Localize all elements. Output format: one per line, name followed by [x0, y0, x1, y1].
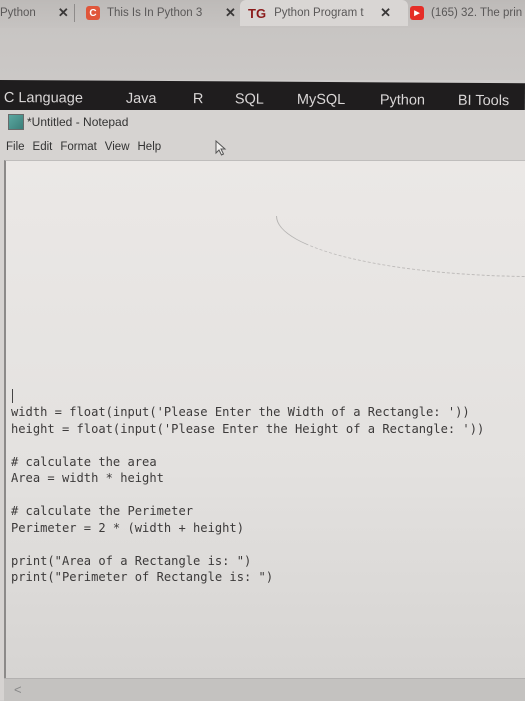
- browser-tab[interactable]: ▶ (165) 32. The prin: [410, 0, 525, 26]
- nav-item-c-language[interactable]: C Language: [4, 90, 83, 106]
- tab-title: Python: [0, 7, 36, 19]
- browser-tab-active[interactable]: TG Python Program t ✕: [240, 0, 408, 26]
- menu-bar: File Edit Format View Help: [0, 136, 525, 158]
- nav-item-mysql[interactable]: MySQL: [297, 92, 345, 108]
- notepad-window: *Untitled - Notepad File Edit Format Vie…: [0, 110, 525, 701]
- text-editor-area[interactable]: width = float(input('Please Enter the Wi…: [4, 160, 525, 679]
- menu-help[interactable]: Help: [138, 141, 162, 153]
- code-line: # calculate the area: [11, 454, 157, 469]
- menu-file[interactable]: File: [6, 141, 25, 153]
- text-caret: [12, 389, 13, 403]
- code-line: Area = width * height: [11, 471, 164, 485]
- code-line: Perimeter = 2 * (width + height): [11, 520, 244, 535]
- menu-format[interactable]: Format: [60, 141, 96, 153]
- menu-edit[interactable]: Edit: [33, 141, 53, 153]
- browser-toolbar: [0, 28, 525, 80]
- menu-view[interactable]: View: [105, 141, 130, 153]
- horizontal-scrollbar[interactable]: <: [4, 678, 525, 701]
- nav-item-bi-tools[interactable]: BI Tools: [458, 93, 509, 109]
- tab-separator: [74, 4, 75, 22]
- close-tab-icon[interactable]: ✕: [380, 5, 391, 21]
- close-tab-icon[interactable]: ✕: [58, 5, 69, 21]
- youtube-icon: ▶: [410, 6, 424, 20]
- window-title: *Untitled - Notepad: [27, 115, 129, 129]
- browser-tab[interactable]: Python ✕: [0, 0, 78, 26]
- browser-tab-strip: Python ✕ C This Is In Python 3 ✕ TG Pyth…: [0, 0, 525, 28]
- scroll-left-icon[interactable]: <: [14, 682, 22, 697]
- code-line: height = float(input('Please Enter the H…: [11, 421, 485, 436]
- screen-glare: [276, 216, 525, 277]
- code-line: # calculate the Perimeter: [11, 504, 194, 518]
- nav-item-java[interactable]: Java: [126, 91, 157, 107]
- favicon-tg-icon: TG: [248, 5, 267, 21]
- favicon-c-icon: C: [86, 6, 100, 20]
- code-line: width = float(input('Please Enter the Wi…: [11, 405, 470, 419]
- nav-item-sql[interactable]: SQL: [235, 91, 264, 107]
- code-line: print("Perimeter of Rectangle is: "): [11, 570, 274, 584]
- browser-tab[interactable]: C This Is In Python 3 ✕: [86, 0, 240, 26]
- notepad-app-icon: [8, 114, 24, 130]
- nav-item-r[interactable]: R: [193, 91, 204, 107]
- notepad-titlebar: *Untitled - Notepad: [0, 110, 525, 134]
- mouse-pointer-icon: [215, 140, 227, 156]
- tab-title: This Is In Python 3: [107, 7, 203, 19]
- tab-title: Python Program t: [274, 7, 364, 19]
- code-line: print("Area of a Rectangle is: "): [11, 553, 252, 568]
- nav-item-python[interactable]: Python: [380, 92, 425, 108]
- tab-title: (165) 32. The prin: [431, 7, 523, 19]
- code-text: width = float(input('Please Enter the Wi…: [11, 404, 484, 586]
- close-tab-icon[interactable]: ✕: [225, 5, 236, 21]
